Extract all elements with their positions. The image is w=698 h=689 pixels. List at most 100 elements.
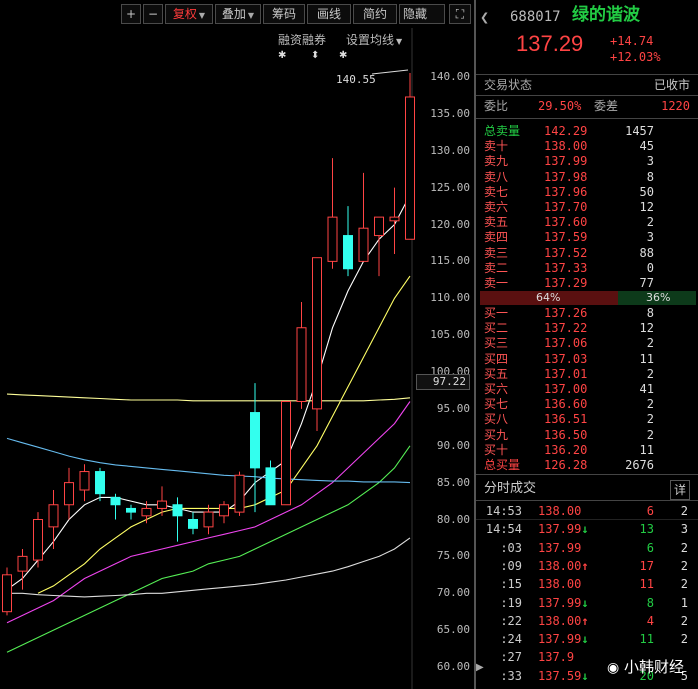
sell-row[interactable]: 卖十 138.00 45	[476, 139, 698, 154]
sell-level-volume: 3	[646, 230, 654, 245]
divider	[476, 500, 698, 501]
sell-row[interactable]: 卖九 137.99 3	[476, 154, 698, 169]
tick-row: :03 137.99 6 2	[476, 539, 698, 557]
candle-up[interactable]	[141, 507, 152, 517]
tick-price-value: 137.99	[538, 540, 582, 555]
y-tick-label: 135.00	[430, 106, 470, 120]
tick-volume: 6	[646, 540, 654, 555]
y-tick-label: 75.00	[436, 549, 470, 563]
tick-direction-icon: ↓	[581, 522, 589, 537]
buy-row[interactable]: 买二 137.22 12	[476, 321, 698, 336]
buy-level-price: 136.51	[544, 412, 588, 427]
candle-up[interactable]	[157, 500, 167, 509]
buy-row[interactable]: 买九 136.50 2	[476, 428, 698, 443]
sell-level-label: 卖九	[484, 154, 509, 169]
tick-time: :33	[500, 668, 522, 683]
sell-row[interactable]: 卖六 137.70 12	[476, 200, 698, 215]
tick-row: 14:54 137.99↓ 13 3	[476, 520, 698, 538]
candle-up[interactable]	[33, 519, 43, 561]
buy-level-volume: 12	[639, 321, 654, 336]
candle-up[interactable]	[374, 216, 384, 237]
chevron-left-icon[interactable]: ❮	[480, 10, 489, 25]
buy-row[interactable]: 买十 136.20 11	[476, 443, 698, 458]
sell-level-label: 卖一	[484, 276, 509, 290]
candle-up[interactable]	[281, 401, 291, 506]
sell-level-price: 137.60	[544, 215, 588, 230]
candle-up[interactable]	[203, 511, 214, 528]
candle-down[interactable]	[250, 412, 260, 469]
candle-up[interactable]	[17, 555, 28, 572]
weibo-logo-icon: ◉	[606, 660, 620, 676]
sell-level-label: 卖六	[484, 200, 509, 214]
sell-level-price: 137.52	[544, 245, 588, 260]
candle-up[interactable]	[296, 327, 307, 402]
buy-level-label: 总买量	[484, 458, 521, 472]
candle-down[interactable]	[110, 496, 121, 506]
buy-row[interactable]: 买八 136.51 2	[476, 412, 698, 427]
buy-level-price: 136.50	[544, 427, 588, 442]
buy-row[interactable]: 买一 137.26 8	[476, 306, 698, 321]
buy-row[interactable]: 买四 137.03 11	[476, 352, 698, 367]
buy-row[interactable]: 买五 137.01 2	[476, 367, 698, 382]
sell-row[interactable]: 卖七 137.96 50	[476, 185, 698, 200]
candle-down[interactable]	[188, 519, 198, 529]
candle-up[interactable]	[79, 471, 90, 491]
detail-button[interactable]: 详	[669, 480, 690, 500]
candle-up[interactable]	[48, 504, 59, 528]
buy-row[interactable]: 总买量 126.28 2676	[476, 458, 698, 473]
buy-row[interactable]: 买七 136.60 2	[476, 397, 698, 412]
y-tick-label: 105.00	[430, 328, 470, 342]
tick-count: 2	[680, 558, 688, 573]
tick-price: 138.00	[538, 575, 581, 593]
sell-row[interactable]: 卖八 137.98 8	[476, 170, 698, 185]
buy-level-label: 买四	[484, 351, 509, 366]
buy-level-price: 137.06	[544, 336, 588, 351]
sell-row[interactable]: 总卖量 142.29 1457	[476, 124, 698, 139]
tick-price-value: 138.00	[538, 504, 582, 518]
buy-level-volume: 11	[639, 351, 654, 366]
candle-down[interactable]	[172, 504, 183, 517]
buy-row[interactable]: 买六 137.00 41	[476, 382, 698, 397]
sell-row[interactable]: 卖三 137.52 88	[476, 246, 698, 261]
candle-down[interactable]	[265, 467, 276, 506]
sell-level-price: 137.99	[544, 154, 588, 169]
buy-level-price: 137.26	[544, 306, 588, 320]
collapse-icon[interactable]: ▶	[476, 662, 486, 682]
candle-down[interactable]	[95, 471, 105, 495]
candle-up[interactable]	[389, 216, 400, 222]
sell-level-volume: 3	[646, 154, 654, 169]
tick-price: 137.9	[538, 648, 574, 666]
candle-up[interactable]	[219, 504, 229, 517]
candle-down[interactable]	[343, 235, 353, 270]
candle-up[interactable]	[234, 474, 245, 513]
buy-level-label: 买八	[484, 412, 509, 427]
kline-chart-area[interactable]: + − 复权 ▼ 叠加 ▼ 筹码 画线 简约 隐藏 ⛶ 融资融券 设置均线 ▼ ✱ ⬍…	[0, 0, 474, 689]
sell-level-price: 138.00	[544, 139, 588, 154]
sell-row[interactable]: 卖二 137.33 0	[476, 261, 698, 276]
buy-row[interactable]: 买三 137.06 2	[476, 336, 698, 351]
sell-row[interactable]: 卖五 137.60 2	[476, 215, 698, 230]
buy-level-volume: 2676	[625, 458, 654, 472]
candle-up[interactable]	[358, 227, 369, 262]
buy-level-price: 137.03	[544, 351, 588, 366]
buy-level-label: 买九	[484, 427, 509, 442]
tick-price-value: 137.59	[538, 668, 582, 683]
candle-up[interactable]	[405, 96, 415, 240]
y-tick-label: 115.00	[430, 254, 470, 268]
sell-level-label: 卖八	[484, 169, 509, 184]
candle-up[interactable]	[327, 216, 338, 262]
tick-time: :19	[500, 595, 522, 610]
tick-count: 3	[680, 522, 688, 537]
candle-up[interactable]	[312, 257, 322, 410]
sell-row[interactable]: 卖四 137.59 3	[476, 230, 698, 245]
y-tick-label: 85.00	[436, 475, 470, 489]
candle-up[interactable]	[64, 482, 74, 506]
candle-down[interactable]	[126, 507, 136, 513]
ticks-title: 分时成交	[484, 481, 537, 496]
tick-price: 137.59↓	[538, 667, 589, 685]
candle-up[interactable]	[2, 574, 12, 613]
sell-row[interactable]: 卖一 137.29 77	[476, 276, 698, 291]
tick-price: 138.00	[538, 502, 581, 520]
tick-time: 14:53	[485, 504, 522, 518]
sell-level-label: 卖十	[484, 139, 509, 154]
